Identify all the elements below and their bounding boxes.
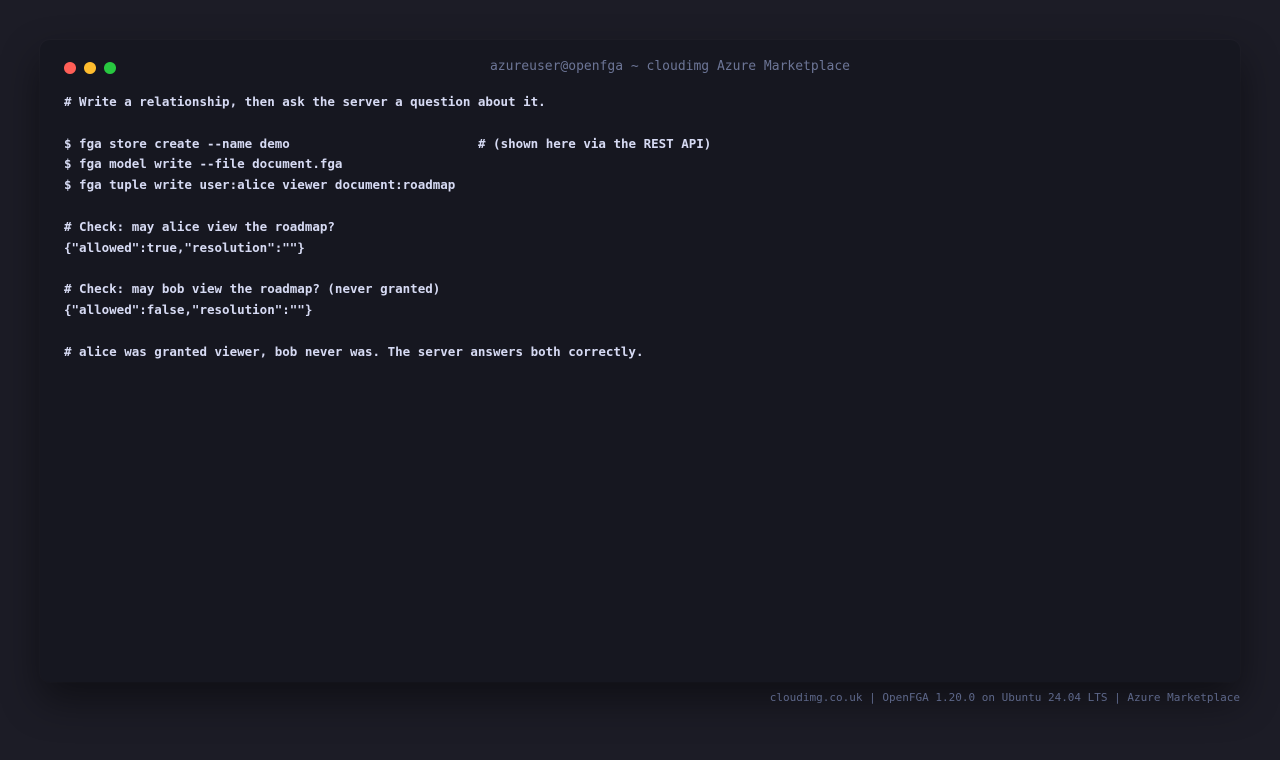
footer-caption: cloudimg.co.uk | OpenFGA 1.20.0 on Ubunt… [769,691,1240,704]
terminal-line: # Write a relationship, then ask the ser… [64,94,546,109]
terminal-line: # Check: may alice view the roadmap? [64,218,335,234]
title-bar: azureuser@openfga ~ cloudimg Azure Marke… [40,40,1240,96]
terminal-window: azureuser@openfga ~ cloudimg Azure Marke… [40,40,1240,682]
terminal-line: $ fga tuple write user:alice viewer docu… [64,177,456,193]
terminal-output[interactable]: # Write a relationship, then ask the ser… [64,92,1214,362]
terminal-line: $ fga store create --name demo # (shown h… [64,134,1214,155]
terminal-line: # alice was granted viewer, bob never wa… [64,343,644,359]
window-title: azureuser@openfga ~ cloudimg Azure Marke… [489,59,851,74]
terminal-line: {"allowed":true,"resolution":""} [64,239,305,255]
terminal-line: $ fga model write --file document.fga [64,156,343,172]
inline-comment: # (shown here via the REST API) [478,135,712,151]
command-text: $ fga store create --name demo [64,135,290,151]
terminal-line: {"allowed":false,"resolution":""} [64,301,313,317]
terminal-line: # Check: may bob view the roadmap? (neve… [64,281,441,297]
